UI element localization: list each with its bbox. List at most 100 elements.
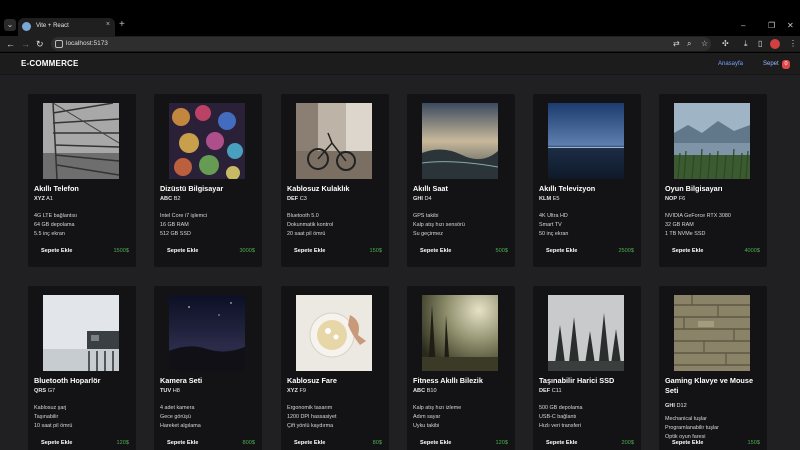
browser-tab[interactable]: Vite + React × <box>18 18 115 36</box>
product-features: Bluetooth 5.0 Dokunmatik kontrol 20 saat… <box>287 212 385 239</box>
product-card: Bluetooth Hoparlör QRS G7 Kablosuz şarj … <box>28 286 136 450</box>
feature-item: Programlanabilir tuşlar <box>665 425 719 431</box>
add-to-cart-button[interactable]: Sepete Ekle <box>420 248 451 254</box>
forward-icon[interactable]: → <box>21 38 30 50</box>
product-brand-model: ABC B10 <box>413 388 437 394</box>
product-brand-model: QRS G7 <box>34 388 56 394</box>
product-brand-model: GHI D12 <box>665 403 687 409</box>
product-brand-model: TUV H8 <box>160 388 180 394</box>
product-brand-model: DEF C3 <box>287 196 307 202</box>
product-price: 2500$ <box>618 248 634 254</box>
product-brand-model: DEF C11 <box>539 388 562 394</box>
product-image <box>674 103 750 179</box>
product-card: Akıllı Telefon XYZ A1 4G LTE bağlantısı … <box>28 94 136 267</box>
profile-avatar[interactable] <box>770 39 780 49</box>
feature-item: NVIDIA GeForce RTX 3080 <box>665 213 731 219</box>
product-features: 4G LTE bağlantısı 64 GB depolama 5.5 inç… <box>34 212 132 239</box>
feature-item: 500 GB depolama <box>539 405 583 411</box>
window-close-icon[interactable]: ✕ <box>787 21 794 31</box>
tab-search-icon[interactable]: ⌄ <box>4 19 16 31</box>
feature-item: Smart TV <box>539 222 562 228</box>
feature-item: 32 GB RAM <box>665 222 694 228</box>
site-info-icon[interactable] <box>55 40 63 48</box>
product-card: Kablosuz Fare XYZ F9 Ergonomik tasarım 1… <box>281 286 389 450</box>
product-price: 500$ <box>495 248 508 254</box>
nav-cart-link[interactable]: Sepet <box>763 61 779 67</box>
side-panel-icon[interactable]: ▯ <box>758 38 762 50</box>
favicon-icon <box>22 22 31 31</box>
new-tab-icon[interactable]: + <box>119 19 125 31</box>
product-features: Mechanical tuşlar Programlanabilir tuşla… <box>665 415 763 442</box>
add-to-cart-button[interactable]: Sepete Ekle <box>546 248 577 254</box>
feature-item: Kablosuz şarj <box>34 405 67 411</box>
product-brand-model: KLM E5 <box>539 196 560 202</box>
feature-item: Kalp atış hızı izleme <box>413 405 462 411</box>
product-price: 120$ <box>495 440 508 446</box>
add-to-cart-button[interactable]: Sepete Ekle <box>672 440 703 446</box>
maximize-icon[interactable]: ❐ <box>768 21 775 31</box>
feature-item: Uyku takibi <box>413 423 440 429</box>
back-icon[interactable]: ← <box>6 38 15 50</box>
feature-item: Adım sayar <box>413 414 441 420</box>
add-to-cart-button[interactable]: Sepete Ekle <box>420 440 451 446</box>
add-to-cart-button[interactable]: Sepete Ekle <box>41 248 72 254</box>
add-to-cart-button[interactable]: Sepete Ekle <box>294 440 325 446</box>
feature-item: Ergonomik tasarım <box>287 405 333 411</box>
feature-item: Çift yönlü kaydırma <box>287 423 334 429</box>
product-title: Kablosuz Fare <box>287 376 337 385</box>
address-bar[interactable]: localhost:5173 ⇄ ⌕ ☆ <box>51 37 711 51</box>
bookmark-star-icon[interactable]: ☆ <box>701 39 708 49</box>
product-card: Akıllı Televizyon KLM E5 4K Ultra HD Sma… <box>533 94 641 267</box>
extensions-icon[interactable]: ✣ <box>722 38 729 50</box>
feature-item: Hareket algılama <box>160 423 201 429</box>
feature-item: 4K Ultra HD <box>539 213 568 219</box>
product-card: Kablosuz Kulaklık DEF C3 Bluetooth 5.0 D… <box>281 94 389 267</box>
app-navbar: E-COMMERCE Anasayfa Sepet 0 <box>0 53 800 75</box>
cart-count-badge: 0 <box>782 60 790 69</box>
product-features: Kablosuz şarj Taşınabilir 10 saat pil öm… <box>34 404 132 431</box>
product-price: 80$ <box>372 440 382 446</box>
brand-logo[interactable]: E-COMMERCE <box>21 59 79 68</box>
minimize-icon[interactable]: – <box>741 21 745 31</box>
product-image <box>296 295 372 371</box>
product-grid: Akıllı Telefon XYZ A1 4G LTE bağlantısı … <box>0 75 800 450</box>
product-title: Dizüstü Bilgisayar <box>160 184 224 193</box>
reload-icon[interactable]: ↻ <box>36 38 44 50</box>
product-price: 3000$ <box>239 248 255 254</box>
product-brand-model: NOP F6 <box>665 196 686 202</box>
product-features: 4K Ultra HD Smart TV 50 inç ekran <box>539 212 637 239</box>
feature-item: Su geçirmez <box>413 231 443 237</box>
add-to-cart-button[interactable]: Sepete Ekle <box>294 248 325 254</box>
product-brand-model: GHI D4 <box>413 196 432 202</box>
product-title: Akıllı Saat <box>413 184 448 193</box>
download-icon[interactable]: ⤓ <box>744 38 748 50</box>
tab-close-icon[interactable]: × <box>106 21 110 28</box>
feature-item: USB-C bağlantı <box>539 414 577 420</box>
product-title: Akıllı Telefon <box>34 184 79 193</box>
feature-item: 64 GB depolama <box>34 222 75 228</box>
product-price: 150$ <box>369 248 382 254</box>
product-brand-model: ABC B2 <box>160 196 181 202</box>
product-image <box>296 103 372 179</box>
product-image <box>548 295 624 371</box>
product-title: Fitness Akıllı Bilezik <box>413 376 483 385</box>
feature-item: 1200 DPI hassasiyet <box>287 414 337 420</box>
add-to-cart-button[interactable]: Sepete Ekle <box>167 248 198 254</box>
product-card: Kamera Seti TUV H8 4 adet kamera Gece gö… <box>154 286 262 450</box>
add-to-cart-button[interactable]: Sepete Ekle <box>546 440 577 446</box>
nav-home-link[interactable]: Anasayfa <box>718 61 743 67</box>
product-card: Akıllı Saat GHI D4 GPS takibi Kalp atış … <box>407 94 515 267</box>
address-url: localhost:5173 <box>66 40 108 47</box>
feature-item: 20 saat pil ömrü <box>287 231 326 237</box>
product-price: 150$ <box>747 440 760 446</box>
product-features: Kalp atış hızı izleme Adım sayar Uyku ta… <box>413 404 511 431</box>
add-to-cart-button[interactable]: Sepete Ekle <box>41 440 72 446</box>
browser-menu-icon[interactable]: ⋮ <box>789 38 797 50</box>
product-image <box>43 103 119 179</box>
translate-icon[interactable]: ⇄ <box>673 39 680 49</box>
add-to-cart-button[interactable]: Sepete Ekle <box>672 248 703 254</box>
product-title: Oyun Bilgisayarı <box>665 184 723 193</box>
add-to-cart-button[interactable]: Sepete Ekle <box>167 440 198 446</box>
zoom-icon[interactable]: ⌕ <box>687 39 691 49</box>
feature-item: 4 adet kamera <box>160 405 195 411</box>
